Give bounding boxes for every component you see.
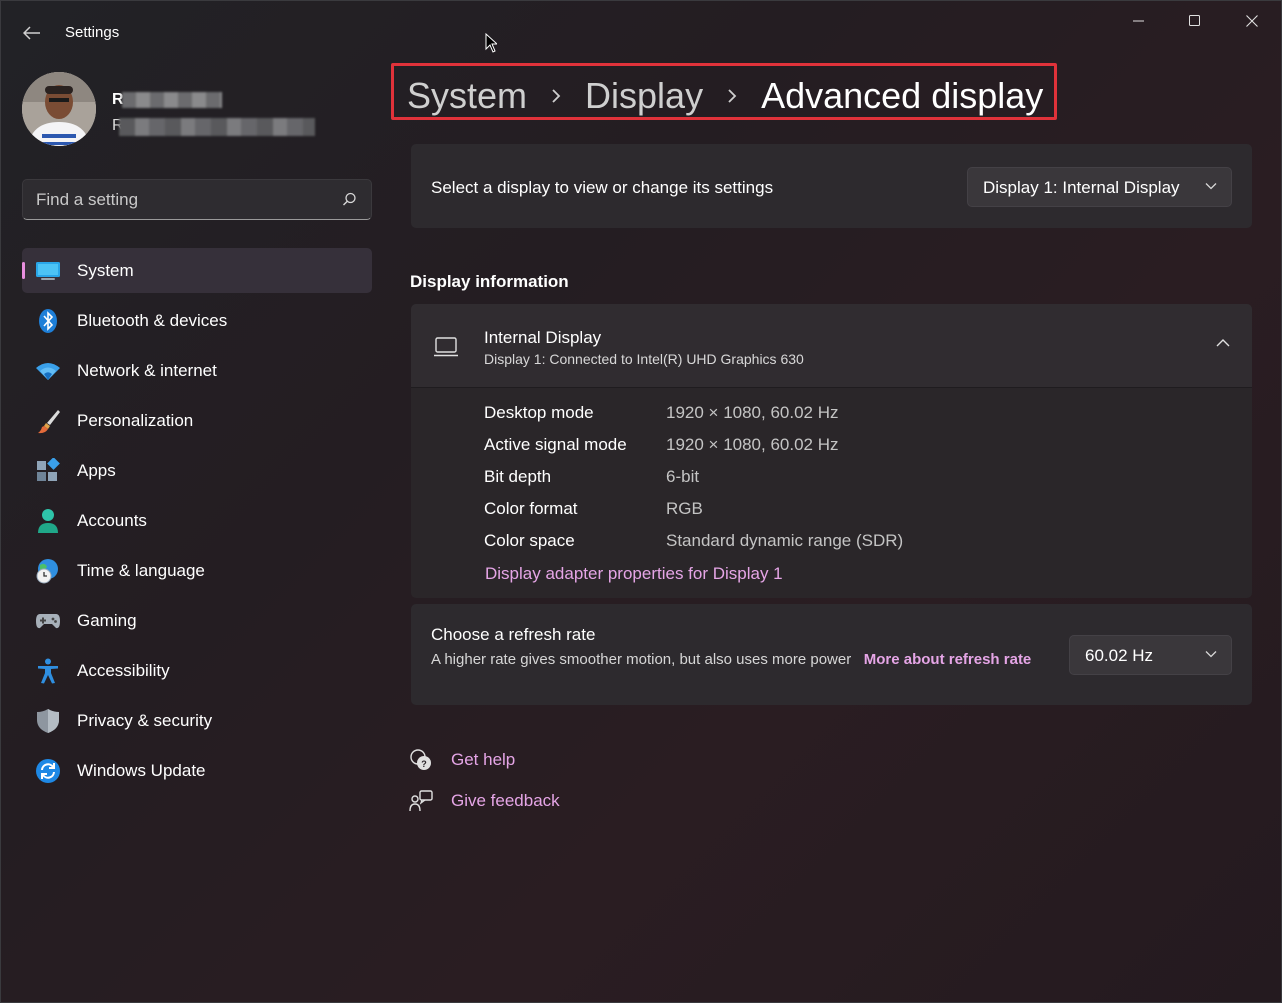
info-label: Bit depth [484,467,552,486]
chevron-down-icon [1205,183,1217,190]
select-display-label: Select a display to view or change its s… [431,178,774,197]
apps-icon [35,458,61,484]
maximize-icon [1189,15,1200,26]
close-icon [1246,15,1258,27]
display-connection: Display 1: Connected to Intel(R) UHD Gra… [484,351,804,367]
wifi-icon [35,358,61,384]
page-title: Advanced display [761,75,1044,116]
back-button[interactable] [15,19,49,47]
back-arrow-icon [23,26,40,40]
display-select-value: Display 1: Internal Display [983,178,1180,197]
sidebar-item-label: Bluetooth & devices [77,311,228,330]
globe-clock-icon [35,558,61,584]
chevron-down-icon [1205,651,1217,658]
get-help-row[interactable]: ? Get help [409,748,515,772]
display-info-header[interactable]: Internal Display Display 1: Connected to… [411,304,1252,388]
shield-icon [35,708,61,734]
info-value: 6-bit [666,467,700,486]
sidebar-item-label: Network & internet [77,361,217,380]
sidebar-item-label: System [77,261,134,280]
sidebar-item-personalization[interactable]: Personalization [22,398,372,443]
info-value: Standard dynamic range (SDR) [666,531,904,550]
laptop-icon [434,337,458,357]
svg-text:?: ? [421,759,427,769]
sidebar-item-label: Accounts [77,511,147,530]
sidebar-item-time-language[interactable]: Time & language [22,548,372,593]
breadcrumb-item-system[interactable]: System [407,75,527,117]
person-icon [35,508,61,534]
sidebar-item-bluetooth[interactable]: Bluetooth & devices [22,298,372,343]
sidebar-item-label: Accessibility [77,661,170,680]
update-icon [35,758,61,784]
sidebar-item-network[interactable]: Network & internet [22,348,372,393]
chevron-up-icon[interactable] [1216,338,1230,347]
info-value: RGB [666,499,703,518]
chevron-right-icon [727,88,737,104]
sidebar-item-label: Apps [77,461,116,480]
display-select-dropdown[interactable]: Display 1: Internal Display [967,167,1232,207]
sidebar-item-label: Time & language [77,561,205,580]
search-box [22,179,372,220]
sidebar-item-label: Windows Update [77,761,206,780]
refresh-rate-card: Choose a refresh rate A higher rate give… [411,604,1252,705]
refresh-rate-description: A higher rate gives smoother motion, but… [431,649,1041,670]
sidebar-item-privacy[interactable]: Privacy & security [22,698,372,743]
sidebar-item-accounts[interactable]: Accounts [22,498,372,543]
avatar[interactable] [22,72,96,146]
app-title: Settings [65,24,120,41]
get-help-link[interactable]: Get help [451,750,515,770]
sidebar-item-label: Personalization [77,411,194,430]
refresh-rate-title: Choose a refresh rate [431,625,596,644]
sidebar-item-label: Gaming [77,611,137,630]
sidebar-item-system[interactable]: System [22,248,372,293]
chevron-right-icon [551,88,561,104]
breadcrumb: System Display Advanced display [407,75,1043,117]
info-label: Color format [484,499,578,518]
display-adapter-properties-link[interactable]: Display adapter properties for Display 1 [485,564,783,584]
mouse-cursor-icon [485,32,499,58]
breadcrumb-item-display[interactable]: Display [585,75,703,117]
minimize-icon [1133,20,1144,22]
refresh-rate-description-text: A higher rate gives smoother motion, but… [431,651,852,668]
give-feedback-row[interactable]: Give feedback [409,789,560,813]
display-information-card: Internal Display Display 1: Connected to… [411,304,1252,598]
refresh-rate-value: 60.02 Hz [1085,646,1154,665]
refresh-rate-dropdown[interactable]: 60.02 Hz [1069,635,1232,675]
gamepad-icon [35,608,61,634]
feedback-icon [409,789,433,813]
sidebar-nav: System Bluetooth & devices Network & int… [22,248,372,798]
redacted-name-blur [122,92,222,108]
settings-window: Settings R R Find a setting System Bluet… [0,0,1282,1003]
minimize-button[interactable] [1116,7,1162,35]
select-display-card: Select a display to view or change its s… [411,144,1252,228]
more-about-refresh-rate-link[interactable]: More about refresh rate [864,651,1032,668]
paintbrush-icon [35,408,61,434]
info-value: 1920 × 1080, 60.02 Hz [666,435,839,454]
search-input[interactable] [36,189,326,211]
info-label: Desktop mode [484,403,594,422]
search-icon[interactable] [342,192,357,207]
display-name: Internal Display [484,328,602,347]
give-feedback-link[interactable]: Give feedback [451,791,560,811]
title-bar: Settings [1,1,1281,65]
sidebar-item-accessibility[interactable]: Accessibility [22,648,372,693]
sidebar-item-apps[interactable]: Apps [22,448,372,493]
sidebar-item-gaming[interactable]: Gaming [22,598,372,643]
maximize-button[interactable] [1172,7,1218,35]
close-button[interactable] [1229,7,1275,35]
active-indicator [22,262,25,279]
info-label: Active signal mode [484,435,627,454]
redacted-email-blur [119,118,315,136]
help-chat-icon: ? [409,748,433,772]
sidebar-item-windows-update[interactable]: Windows Update [22,748,372,793]
info-label: Color space [484,531,575,550]
system-display-icon [35,258,61,284]
section-title-display-information: Display information [410,272,569,291]
info-value: 1920 × 1080, 60.02 Hz [666,403,839,422]
sidebar-item-label: Privacy & security [77,711,213,730]
bluetooth-icon [35,308,61,334]
accessibility-icon [35,658,61,684]
